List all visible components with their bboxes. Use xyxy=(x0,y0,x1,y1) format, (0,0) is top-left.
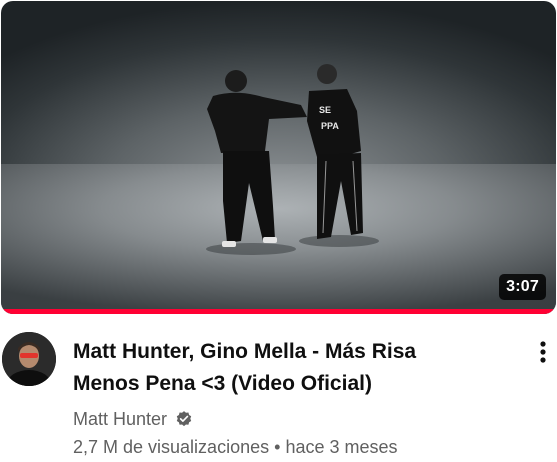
verified-check-icon xyxy=(176,411,192,427)
view-count: 2,7 M de visualizaciones xyxy=(73,437,270,457)
meta-separator: • xyxy=(274,437,281,457)
video-title[interactable]: Matt Hunter, Gino Mella - Más Risa Menos… xyxy=(73,336,473,400)
more-vert-icon xyxy=(540,341,546,363)
svg-text:SE: SE xyxy=(319,105,331,115)
channel-name[interactable]: Matt Hunter xyxy=(73,409,167,430)
video-thumbnail[interactable]: SE PPA 3:07 xyxy=(1,1,556,314)
thumbnail-figures: SE PPA xyxy=(206,64,379,255)
video-card[interactable]: SE PPA 3:07 Matt Hunter, Gino Mella - Má… xyxy=(0,0,557,462)
upload-age: hace 3 meses xyxy=(285,437,398,457)
channel-row: Matt Hunter xyxy=(73,407,193,431)
duration-badge: 3:07 xyxy=(499,274,546,300)
svg-text:PPA: PPA xyxy=(321,121,339,131)
video-metadata: 2,7 M de visualizaciones • hace 3 meses xyxy=(73,437,398,458)
channel-avatar[interactable] xyxy=(2,332,56,386)
more-options-button[interactable] xyxy=(528,336,557,368)
watch-progress-bar xyxy=(1,309,556,314)
avatar-image xyxy=(2,332,56,386)
